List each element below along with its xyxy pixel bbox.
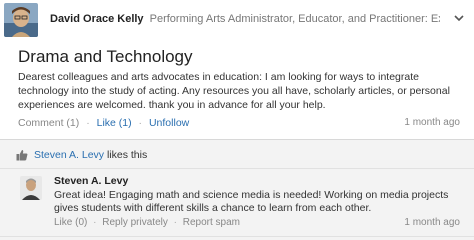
post-actions: Comment (1) · Like (1) · Unfollow [18,117,189,129]
author-name[interactable]: David Orace Kelly [50,13,144,25]
separator-dot: · [93,217,97,228]
like-button[interactable]: Like (1) [97,117,132,129]
comment-actions: Like (0) · Reply privately · Report spam [54,217,240,228]
likes-suffix: likes this [106,149,148,161]
discussion-card: David Orace Kelly Performing Arts Admini… [0,0,474,240]
post-title[interactable]: Drama and Technology [18,47,193,67]
comment-body: Great idea! Engaging math and science me… [54,189,449,214]
likes-bar: Steven A. Levy likes this [0,140,474,168]
comment-like-button[interactable]: Like (0) [54,217,87,228]
separator-dot: · [86,117,90,129]
author-avatar[interactable] [4,3,38,37]
thumbs-up-icon [16,148,28,161]
post-timestamp: 1 month ago [404,117,460,128]
commenter-name[interactable]: Steven A. Levy [54,175,128,187]
post-header: David Orace Kelly Performing Arts Admini… [0,0,474,38]
divider [0,236,474,237]
author-headline: Performing Arts Administrator, Educator,… [149,13,440,25]
chevron-down-icon[interactable] [452,11,466,25]
liker-name[interactable]: Steven A. Levy [34,149,104,161]
separator-dot: · [138,117,143,129]
likes-summary: Steven A. Levy likes this [34,149,147,161]
comment-count[interactable]: Comment (1) [18,117,79,129]
separator-dot: · [173,217,177,228]
comment-timestamp: 1 month ago [404,217,460,228]
reply-privately-button[interactable]: Reply privately [102,217,168,228]
author-line: David Orace Kelly Performing Arts Admini… [50,13,440,25]
unfollow-button[interactable]: Unfollow [149,117,189,129]
post-body: Dearest colleagues and arts advocates in… [18,71,450,111]
comment: Steven A. Levy Great idea! Engaging math… [0,169,474,240]
commenter-avatar[interactable] [20,176,42,200]
report-spam-button[interactable]: Report spam [183,217,240,228]
